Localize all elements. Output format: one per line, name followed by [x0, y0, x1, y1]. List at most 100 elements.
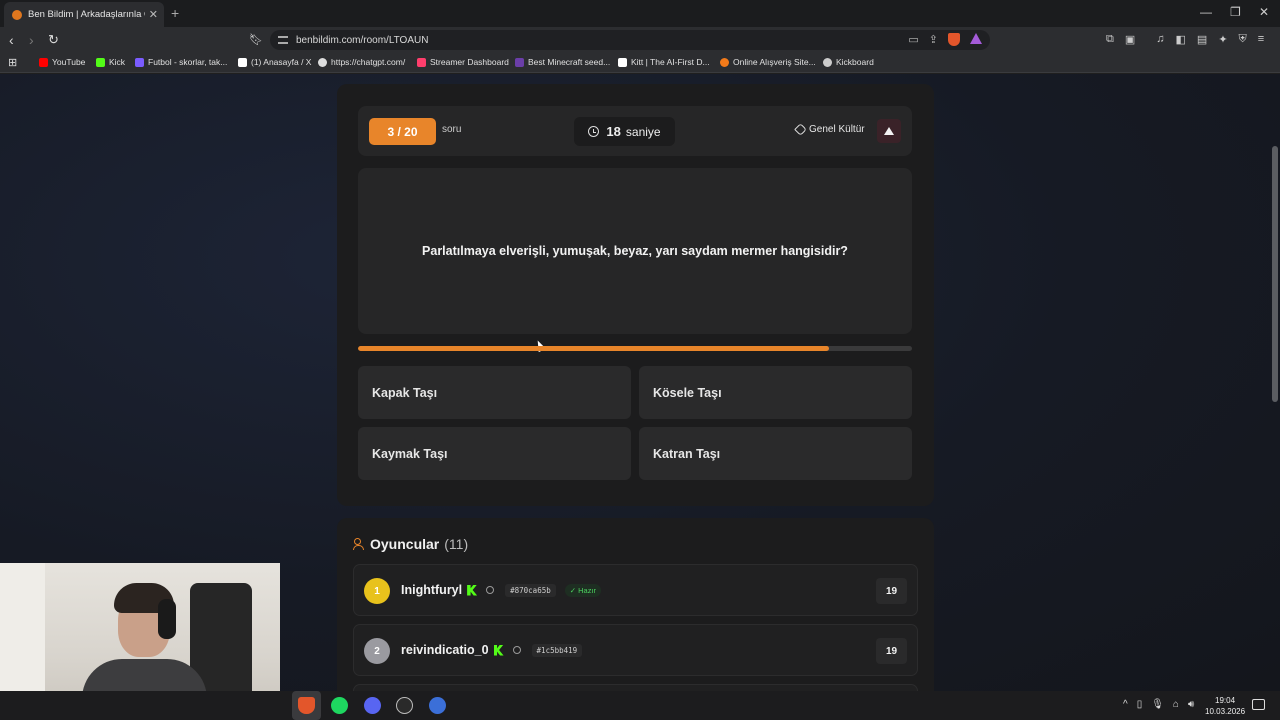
bookmark-chatgpt[interactable]: https://chatgpt.com/	[318, 57, 405, 67]
tag-icon	[794, 123, 807, 136]
taskbar-clock[interactable]: 19:04 10.03.2026	[1205, 695, 1245, 717]
question-text: Parlatılmaya elverişli, yumuşak, beyaz, …	[422, 244, 848, 258]
address-bar[interactable]: benbildim.com/room/LTOAUN ▭ ⇪	[270, 30, 990, 50]
player-score: 19	[876, 578, 907, 604]
tray-app-icon[interactable]: ▯	[1137, 699, 1143, 710]
brave-rewards-icon[interactable]	[970, 33, 982, 44]
wallet-icon[interactable]: ▤	[1197, 33, 1207, 46]
new-tab-icon[interactable]: +	[171, 5, 179, 21]
tray-overflow-icon[interactable]: ^	[1123, 699, 1128, 710]
obs-icon[interactable]	[396, 697, 413, 714]
warning-icon	[884, 127, 894, 135]
player-id: #1c5bb419	[531, 643, 583, 657]
person-icon	[512, 646, 521, 654]
category-label: Genel Kültür	[794, 123, 865, 136]
bookmark-online-alisveris[interactable]: Online Alışveriş Site...	[720, 57, 816, 67]
ready-status-badge: ✓ Hazır	[564, 583, 602, 597]
share-icon[interactable]: ⇪	[929, 33, 938, 46]
extensions-icon[interactable]: ⧉	[1106, 33, 1114, 46]
kitt-icon	[618, 57, 627, 67]
players-count: (11)	[444, 536, 469, 552]
vpn-icon[interactable]: ⛨	[1239, 33, 1247, 46]
volume-icon[interactable]: 🔊︎	[1188, 699, 1194, 710]
person-icon	[486, 586, 495, 594]
reload-icon[interactable]: ↻	[48, 31, 59, 49]
page-scrollbar[interactable]	[1272, 78, 1278, 688]
brave-browser-icon[interactable]	[298, 697, 315, 714]
microphone-icon[interactable]: 🎙︎	[1151, 699, 1164, 710]
kick-verified-icon	[467, 584, 478, 596]
bookmark-kick[interactable]: Kick	[96, 57, 125, 67]
bookmark-kickboard[interactable]: Kickboard	[823, 57, 874, 67]
youtube-icon	[39, 57, 48, 67]
bookmark-futbol[interactable]: Futbol - skorlar, tak...	[135, 57, 227, 67]
close-tab-icon[interactable]: ✕	[149, 8, 158, 21]
category-text: Genel Kültür	[809, 124, 865, 135]
timer-unit: saniye	[625, 124, 661, 139]
minecraft-icon	[515, 57, 524, 67]
x-icon	[238, 57, 247, 67]
users-icon	[353, 538, 365, 550]
bookmark-x[interactable]: (1) Anasayfa / X	[238, 57, 311, 67]
media-icon[interactable]: ♫	[1156, 33, 1164, 46]
answer-option-4[interactable]: Katran Taşı	[639, 427, 912, 480]
bookmark-minecraft[interactable]: Best Minecraft seed...	[515, 57, 610, 67]
bookmark-kitt[interactable]: Kitt | The AI-First D...	[618, 57, 710, 67]
player-info: Inightfuryl #870ca65b ✓ Hazır	[401, 583, 602, 597]
player-rank: 1	[364, 578, 390, 604]
bookmark-page-icon[interactable]: 🔖︎	[249, 31, 263, 49]
back-icon[interactable]: ‹	[9, 31, 14, 49]
report-question-button[interactable]	[877, 119, 901, 143]
players-title: Oyuncular	[370, 536, 440, 552]
apps-grid-icon[interactable]: ⊞	[8, 54, 17, 72]
chatgpt-icon	[318, 57, 327, 67]
bookmarks-bar: ⊞ YouTube Kick Futbol - skorlar, tak... …	[0, 53, 1280, 73]
question-counter: 3 / 20	[369, 118, 436, 145]
taskbar-time: 19:04	[1215, 696, 1236, 705]
answer-option-2[interactable]: Kösele Taşı	[639, 366, 912, 419]
webcam-headset	[158, 599, 176, 639]
tab-benbildim[interactable]: Ben Bildim | Arkadaşlarınla Onlin ✕	[4, 2, 164, 27]
close-window-icon[interactable]: ✕	[1259, 5, 1269, 19]
menu-icon[interactable]: ≡	[1258, 33, 1264, 46]
browser-toolbar: ‹ › ↻ 🔖︎ benbildim.com/room/LTOAUN ▭ ⇪ ⧉…	[0, 27, 1280, 53]
url-text: benbildim.com/room/LTOAUN	[296, 34, 429, 46]
quiz-topbar: 3 / 20 soru 18 saniye Genel Kültür	[358, 106, 912, 156]
player-row: 2 reivindicatio_0 #1c5bb419 19	[353, 624, 918, 676]
clock-icon	[588, 126, 600, 137]
discord-icon[interactable]	[364, 697, 381, 714]
bookmark-youtube[interactable]: YouTube	[39, 57, 85, 67]
brave-shields-icon[interactable]	[948, 33, 960, 46]
scrollbar-thumb[interactable]	[1272, 146, 1278, 402]
cast-icon[interactable]: ▭	[908, 33, 918, 46]
app-icon[interactable]	[429, 697, 446, 714]
reader-icon[interactable]: ▣	[1125, 33, 1135, 46]
system-tray: ^ ▯ 🎙︎ ⌂ 🔊︎	[1123, 699, 1194, 710]
leo-ai-icon[interactable]: ✦	[1218, 33, 1227, 46]
answer-option-1[interactable]: Kapak Taşı	[358, 366, 631, 419]
site-info-icon[interactable]	[278, 36, 288, 44]
player-name: Inightfuryl	[401, 583, 463, 597]
shopping-icon	[720, 57, 729, 67]
players-header: Oyuncular (11)	[353, 536, 468, 552]
forward-icon[interactable]: ›	[29, 31, 34, 49]
player-row: 1 Inightfuryl #870ca65b ✓ Hazır 19	[353, 564, 918, 616]
player-name: reivindicatio_0	[401, 643, 489, 657]
question-counter-suffix: soru	[442, 124, 462, 135]
streamer-dashboard-icon	[417, 57, 426, 67]
player-row	[353, 684, 918, 691]
tab-title: Ben Bildim | Arkadaşlarınla Onlin	[28, 9, 145, 20]
kick-icon	[96, 57, 105, 67]
network-icon[interactable]: ⌂	[1173, 699, 1179, 710]
time-progress-fill	[358, 346, 829, 351]
minimize-icon[interactable]: —	[1200, 5, 1212, 19]
answer-option-3[interactable]: Kaymak Taşı	[358, 427, 631, 480]
bookmark-streamer-dashboard[interactable]: Streamer Dashboard	[417, 57, 509, 67]
notification-icon[interactable]	[1252, 699, 1265, 710]
spotify-icon[interactable]	[331, 697, 348, 714]
player-score: 19	[876, 638, 907, 664]
timer-value: 18	[606, 124, 621, 139]
restore-icon[interactable]: ❐	[1230, 5, 1241, 19]
sidebar-icon[interactable]: ◧	[1176, 33, 1186, 46]
time-progress-bar	[358, 346, 912, 351]
